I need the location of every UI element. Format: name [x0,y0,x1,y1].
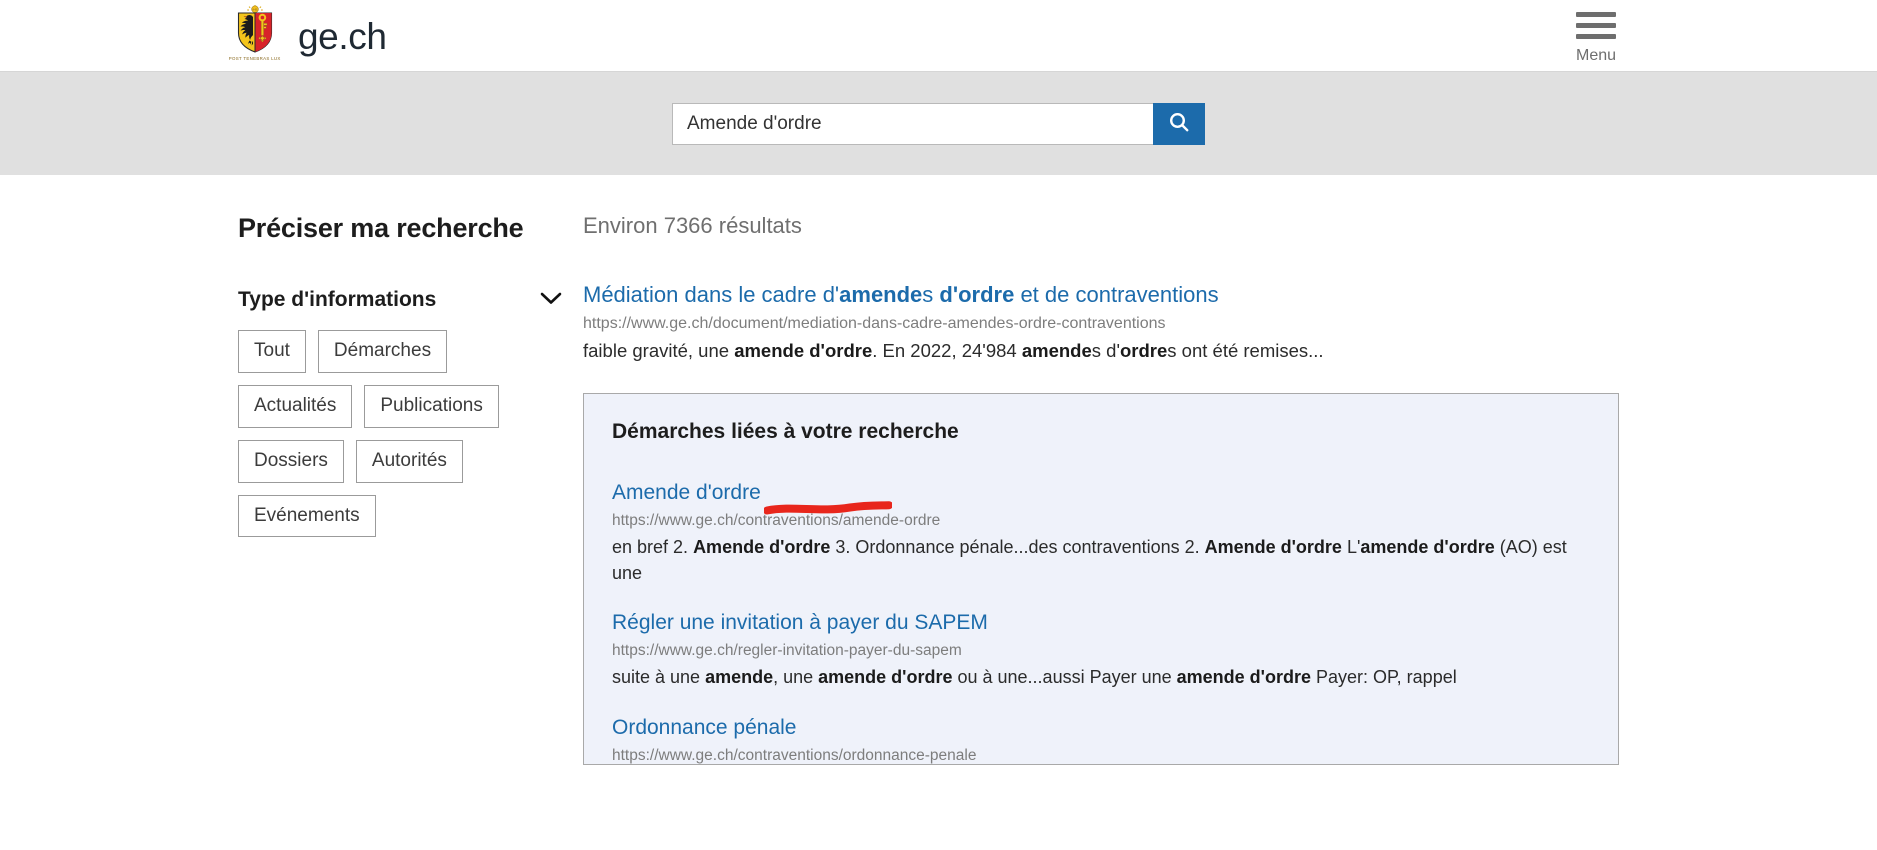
facet-chip-demarches[interactable]: Démarches [318,330,447,373]
search-submit-button[interactable] [1153,103,1205,145]
result-url: https://www.ge.ch/document/mediation-dan… [583,314,1623,335]
facet-chip-autorites[interactable]: Autorités [356,440,463,483]
site-logo-link[interactable]: IHS [232,0,387,72]
site-header: IHS [0,0,1877,72]
facet-chip-dossiers[interactable]: Dossiers [238,440,344,483]
facet-type-informations-toggle[interactable]: Type d'informations [238,288,563,312]
search-input[interactable] [672,103,1153,145]
facet-chip-tout[interactable]: Tout [238,330,306,373]
svg-text:IHS: IHS [252,8,257,12]
demarche-title-link[interactable]: Régler une invitation à payer du SAPEM [612,610,988,636]
demarche-url: https://www.ge.ch/regler-invitation-paye… [612,641,1590,661]
facet-chip-evenements[interactable]: Evénements [238,495,376,538]
menu-button[interactable]: Menu [1567,8,1625,65]
facet-chip-publications[interactable]: Publications [364,385,498,428]
demarche-snippet: en bref 2. Amende d'ordre 3. Ordonnance … [612,535,1590,586]
main-content: Préciser ma recherche Type d'information… [0,175,1877,765]
results-count: Environ 7366 résultats [583,213,1623,239]
demarche-snippet: suite à une amende, une amende d'ordre o… [612,665,1590,691]
search-icon [1167,110,1191,137]
demarche-item: Amende d'ordre https://www.ge.ch/contrav… [612,480,1590,586]
facet-title: Type d'informations [238,288,436,312]
demarches-panel: Démarches liées à votre recherche Amende… [583,393,1619,765]
hamburger-icon [1576,8,1616,39]
demarches-panel-title: Démarches liées à votre recherche [612,420,1590,444]
refine-sidebar: Préciser ma recherche Type d'information… [238,213,583,765]
demarche-item: Ordonnance pénale https://www.ge.ch/cont… [612,715,1590,765]
chevron-down-icon [539,290,563,311]
menu-button-label: Menu [1576,47,1616,65]
facet-chip-list: Tout Démarches Actualités Publications D… [238,330,563,537]
facet-chip-actualites[interactable]: Actualités [238,385,352,428]
geneva-coat-of-arms-icon: IHS [232,4,278,68]
demarche-title-link[interactable]: Amende d'ordre [612,480,761,506]
search-results: Environ 7366 résultats Médiation dans le… [583,213,1623,765]
sidebar-title: Préciser ma recherche [238,213,583,244]
search-band [0,72,1877,175]
site-title: ge.ch [298,18,387,55]
search-form [672,103,1205,145]
crest-motto-text: POST TENEBRAS LUX [229,56,281,61]
demarche-url: https://www.ge.ch/contraventions/ordonna… [612,746,1590,764]
demarche-url: https://www.ge.ch/contraventions/amende-… [612,511,1590,531]
demarche-title-link[interactable]: Ordonnance pénale [612,715,796,741]
result-snippet: faible gravité, une amende d'ordre. En 2… [583,338,1595,364]
result-title-link[interactable]: Médiation dans le cadre d'amendes d'ordr… [583,281,1219,309]
demarche-item: Régler une invitation à payer du SAPEM h… [612,610,1590,691]
search-result-item: Médiation dans le cadre d'amendes d'ordr… [583,281,1623,365]
